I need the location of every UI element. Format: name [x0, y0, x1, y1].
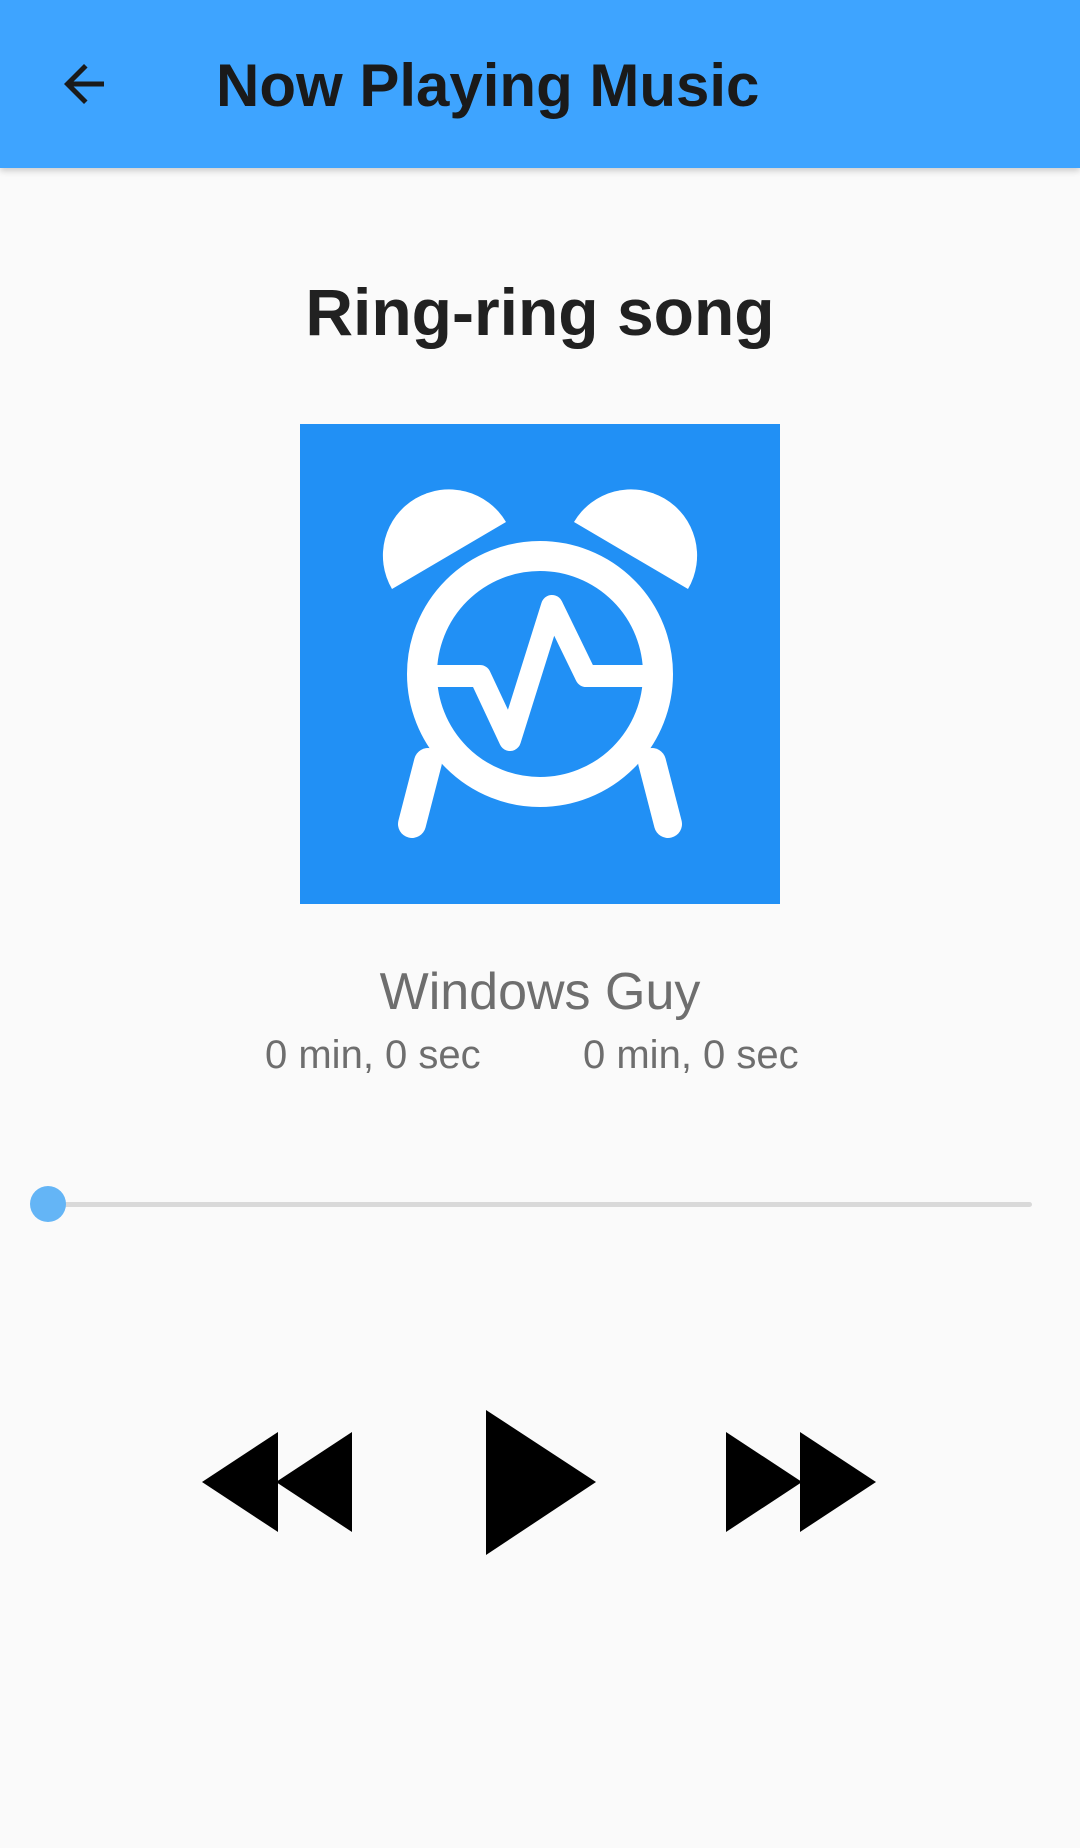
arrow-back-icon: [64, 64, 104, 104]
artist-name: Windows Guy: [379, 963, 701, 1021]
seek-thumb[interactable]: [30, 1186, 66, 1222]
seek-bar[interactable]: [30, 1180, 1032, 1230]
play-button[interactable]: [476, 1410, 606, 1555]
fast-forward-button[interactable]: [726, 1432, 876, 1532]
app-bar: Now Playing Music: [0, 0, 1080, 168]
total-duration: 0 min, 0 sec: [583, 1033, 799, 1077]
rewind-button[interactable]: [202, 1432, 352, 1532]
fast-forward-icon: [726, 1432, 876, 1532]
seek-track: [48, 1202, 1032, 1207]
page-title: Now Playing Music: [216, 52, 760, 119]
album-artwork: [300, 424, 780, 904]
elapsed-time: 0 min, 0 sec: [265, 1033, 481, 1077]
back-button[interactable]: [40, 40, 128, 128]
play-icon: [486, 1410, 596, 1555]
rewind-icon: [202, 1432, 352, 1532]
song-title: Ring-ring song: [305, 275, 775, 349]
alarm-clock-icon: [382, 489, 698, 838]
